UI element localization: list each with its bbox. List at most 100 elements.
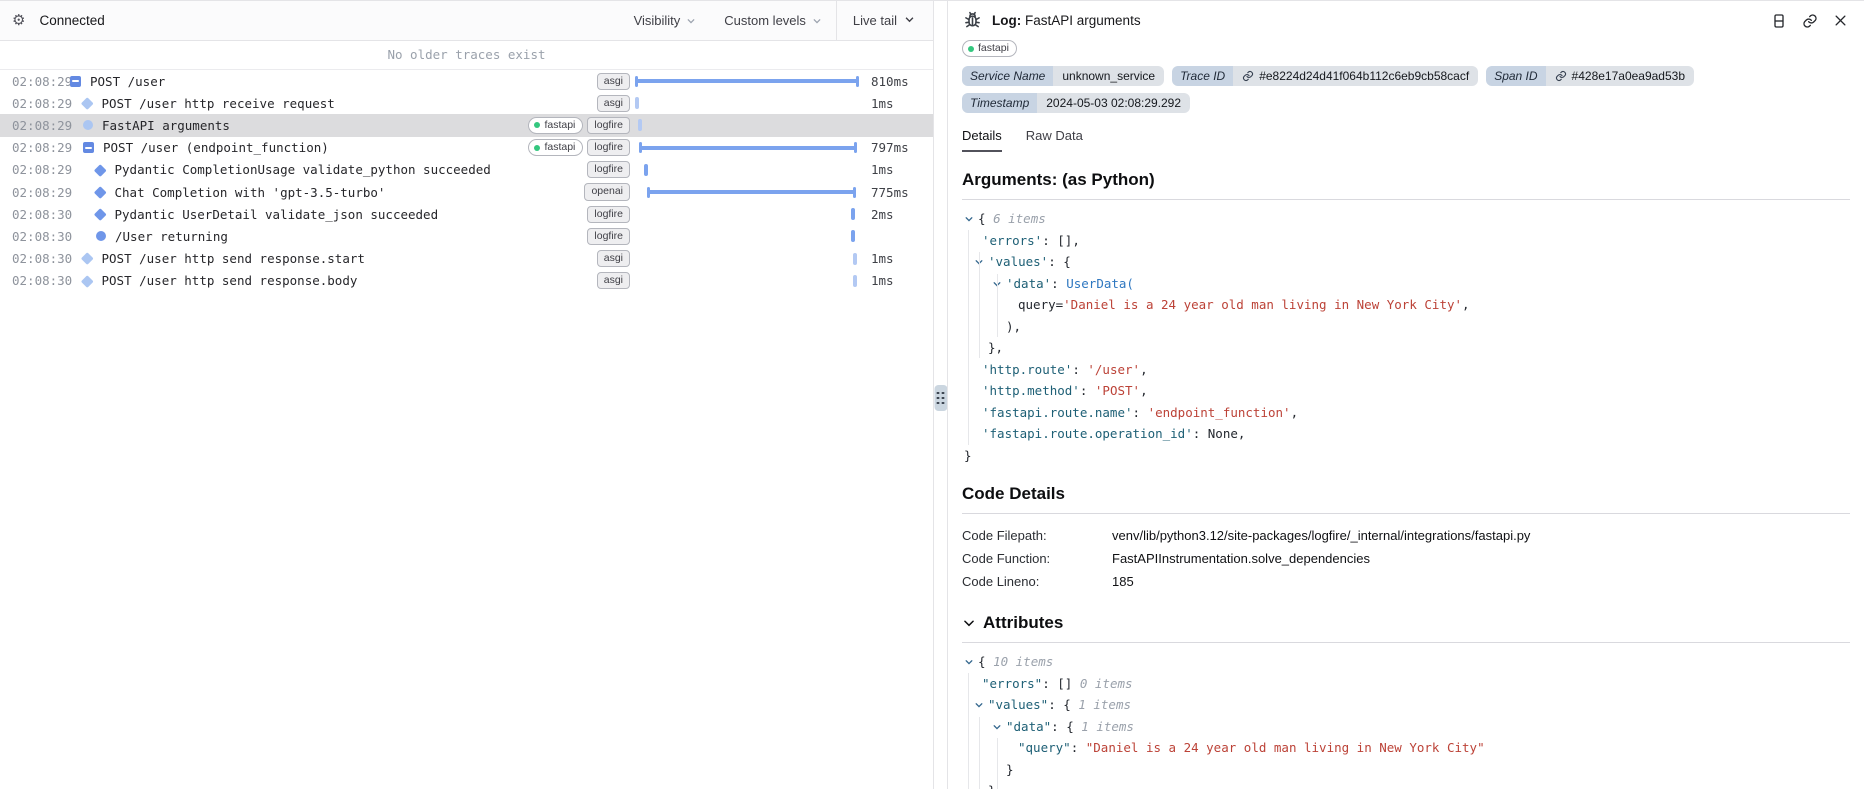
trace-row[interactable]: 02:08:29POST /userasgi810ms: [0, 70, 933, 92]
indent-guide-line: [979, 717, 980, 789]
code-token: : []: [1042, 676, 1080, 691]
divider: [962, 199, 1850, 200]
collapse-chevron-icon[interactable]: [992, 722, 1006, 732]
meta-chip-label: Trace ID: [1172, 66, 1233, 86]
duration-tick: [851, 208, 855, 220]
badge-label: fastapi: [544, 141, 575, 154]
chevron-down-icon: [962, 616, 976, 630]
duration-bar-area: [635, 248, 859, 270]
indent-guide-line: [968, 230, 969, 445]
trace-name: Chat Completion with 'gpt-3.5-turbo': [115, 185, 386, 200]
collapse-chevron-icon[interactable]: [992, 279, 1006, 289]
meta-chip-value-text: unknown_service: [1062, 69, 1155, 83]
code-line: ),: [962, 316, 1850, 338]
code-token: }: [1006, 762, 1014, 777]
copy-link-icon[interactable]: [1802, 13, 1818, 29]
trace-row[interactable]: 02:08:30POST /user http send response.bo…: [0, 270, 933, 292]
attributes-section-toggle[interactable]: Attributes: [962, 613, 1850, 633]
code-line: 'http.method': 'POST',: [962, 380, 1850, 402]
trace-duration: 2ms: [859, 207, 933, 222]
code-details-value: 185: [1112, 570, 1134, 593]
code-token: "values": [988, 697, 1048, 712]
code-token: ,: [1140, 362, 1148, 377]
square-icon[interactable]: [83, 142, 94, 153]
no-older-traces-notice: No older traces exist: [0, 41, 933, 70]
duration-bar-area: [635, 181, 859, 203]
badge-label: fastapi: [544, 119, 575, 132]
code-token: 'http.route': [982, 362, 1072, 377]
code-token: 'http.method': [982, 383, 1080, 398]
circle-icon: [83, 120, 93, 130]
collapse-chevron-icon[interactable]: [964, 657, 978, 667]
trace-timestamp: 02:08:30: [0, 251, 70, 266]
square-icon[interactable]: [70, 76, 81, 87]
code-details-value: venv/lib/python3.12/site-packages/logfir…: [1112, 524, 1530, 547]
code-token: {: [978, 654, 993, 669]
trace-badges: fastapi logfire: [528, 117, 630, 134]
visibility-dropdown[interactable]: Visibility: [620, 1, 711, 40]
custom-levels-dropdown-label: Custom levels: [724, 13, 806, 28]
meta-chip-value[interactable]: #e8224d24d41f064b112c6eb9cb58cacf: [1233, 66, 1478, 86]
code-details-heading: Code Details: [962, 484, 1850, 504]
drag-handle-icon[interactable]: [934, 385, 947, 411]
duration-tick: [644, 164, 648, 176]
trace-badges: asgi: [597, 73, 630, 90]
trace-duration: 1ms: [859, 96, 933, 111]
indent-guide-line: [979, 252, 980, 358]
trace-row[interactable]: 02:08:30/User returninglogfire: [0, 225, 933, 247]
link-icon[interactable]: [1555, 70, 1567, 82]
collapse-chevron-icon[interactable]: [964, 214, 978, 224]
trace-timestamp: 02:08:30: [0, 229, 70, 244]
trace-row[interactable]: 02:08:29POST /user (endpoint_function)fa…: [0, 137, 933, 159]
meta-chip-label: Service Name: [962, 66, 1053, 86]
meta-chip-value[interactable]: #428e17a0ea9ad53b: [1546, 66, 1694, 86]
panel-resize-gutter[interactable]: [934, 1, 947, 789]
settings-gear-icon[interactable]: ⚙: [12, 13, 25, 28]
code-token: 'endpoint_function': [1148, 405, 1291, 420]
green-dot-icon: [534, 145, 540, 151]
meta-chip-value-text: #e8224d24d41f064b112c6eb9cb58cacf: [1259, 69, 1469, 83]
code-line: 'fastapi.route.operation_id': None,: [962, 423, 1850, 445]
green-dot-icon: [534, 122, 540, 128]
code-line: 'errors': [],: [962, 230, 1850, 252]
trace-name: POST /user http receive request: [102, 96, 335, 111]
code-token: :: [1080, 383, 1095, 398]
trace-row[interactable]: 02:08:30Pydantic UserDetail validate_jso…: [0, 203, 933, 225]
diamond-icon: [81, 275, 93, 287]
trace-row[interactable]: 02:08:29Pydantic CompletionUsage validat…: [0, 159, 933, 181]
duration-tick: [635, 97, 639, 109]
attributes-json-code: { 10 items"errors": [] 0 items"values": …: [962, 651, 1850, 789]
trace-row[interactable]: 02:08:29Chat Completion with 'gpt-3.5-tu…: [0, 181, 933, 203]
trace-row[interactable]: 02:08:30POST /user http send response.st…: [0, 248, 933, 270]
trace-duration: 1ms: [859, 273, 933, 288]
trace-timestamp: 02:08:29: [0, 140, 70, 155]
trace-row[interactable]: 02:08:29FastAPI argumentsfastapilogfire: [0, 114, 933, 136]
circle-icon: [96, 231, 106, 241]
scope-badge-logfire: logfire: [587, 117, 630, 134]
duration-bar-area: [635, 270, 859, 292]
live-tail-select[interactable]: Live tail: [836, 1, 933, 40]
custom-levels-dropdown[interactable]: Custom levels: [710, 1, 836, 40]
code-line: 'values': {: [962, 251, 1850, 273]
panel-layout-icon[interactable]: [1771, 13, 1787, 29]
close-icon[interactable]: [1833, 13, 1848, 28]
collapse-chevron-icon[interactable]: [974, 700, 988, 710]
collapse-chevron-icon[interactable]: [974, 257, 988, 267]
code-token: 'Daniel is a 24 year old man living in N…: [1063, 297, 1462, 312]
link-icon[interactable]: [1242, 70, 1254, 82]
tab-raw-data[interactable]: Raw Data: [1026, 128, 1083, 152]
code-token: ,: [1462, 297, 1470, 312]
code-token: :: [1051, 276, 1066, 291]
diamond-icon: [94, 208, 106, 220]
code-token: 'POST': [1095, 383, 1140, 398]
duration-bar-area: [635, 203, 859, 225]
code-token: 1 items: [1081, 719, 1134, 734]
tab-details[interactable]: Details: [962, 128, 1002, 152]
meta-chip-timestamp: Timestamp2024-05-03 02:08:29.292: [962, 93, 1190, 113]
code-details-row: Code Lineno:185: [962, 570, 1850, 593]
code-token: 1 items: [1078, 697, 1131, 712]
trace-row[interactable]: 02:08:29POST /user http receive requesta…: [0, 92, 933, 114]
meta-chip-value-text: 2024-05-03 02:08:29.292: [1046, 96, 1181, 110]
meta-chip-span-id: Span ID#428e17a0ea9ad53b: [1486, 66, 1694, 86]
trace-duration: 1ms: [859, 162, 933, 177]
